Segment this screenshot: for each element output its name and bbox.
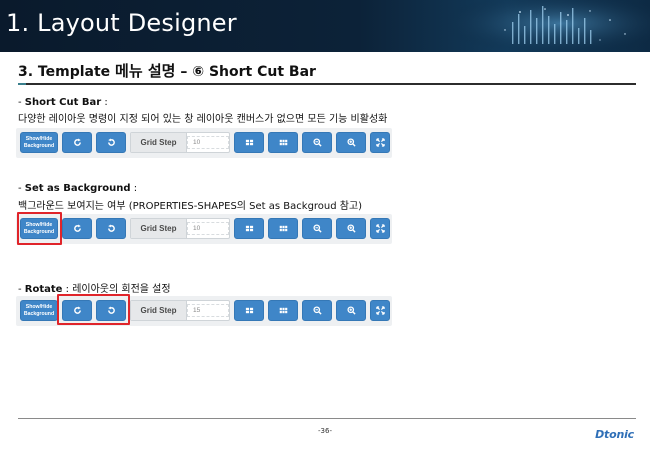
- show-hide-background-button[interactable]: Show/Hide Background: [20, 300, 58, 321]
- heading-divider: [18, 83, 636, 85]
- zoom-in-icon: [346, 138, 356, 147]
- heading-divider-accent: [18, 83, 26, 85]
- bullet-dash: -: [18, 284, 25, 295]
- zoom-out-button[interactable]: [302, 132, 332, 153]
- grid-small-icon: [245, 139, 253, 146]
- grid-step-control: Grid Step 15: [130, 300, 230, 321]
- grid-step-control: Grid Step 10: [130, 132, 230, 153]
- grid-small-icon: [245, 225, 253, 232]
- fit-screen-icon: [375, 138, 385, 147]
- grid-large-icon: [279, 307, 287, 314]
- grid-step-label: Grid Step: [131, 301, 187, 320]
- show-hide-background-button[interactable]: Show/Hide Background: [20, 132, 58, 153]
- zoom-in-icon: [346, 224, 356, 233]
- rotate-right-icon: [73, 224, 81, 232]
- zoom-in-icon: [346, 306, 356, 315]
- grid-step-input[interactable]: 10: [193, 133, 200, 152]
- zoom-in-button[interactable]: [336, 218, 366, 239]
- zoom-in-button[interactable]: [336, 132, 366, 153]
- grid-large-button[interactable]: [268, 300, 298, 321]
- grid-large-icon: [279, 225, 287, 232]
- heading-prefix: 3. Template: [18, 64, 116, 80]
- footer-divider: [18, 418, 636, 419]
- banner-decoration: [450, 0, 650, 52]
- section-background-description: 백그라운드 보여지는 여부 (PROPERTIES-SHAPES의 Set as…: [18, 201, 363, 212]
- grid-large-button[interactable]: [268, 132, 298, 153]
- page-number: -36-: [318, 427, 332, 435]
- show-hide-label-line2: Background: [23, 142, 55, 149]
- zoom-out-icon: [312, 138, 322, 147]
- rotate-left-icon: [107, 224, 115, 232]
- grid-small-button[interactable]: [234, 218, 264, 239]
- grid-step-label: Grid Step: [131, 133, 187, 152]
- rotate-left-button[interactable]: [96, 132, 126, 153]
- section-shortcut-title: - Short Cut Bar :: [18, 97, 108, 108]
- zoom-out-button[interactable]: [302, 300, 332, 321]
- rotate-left-icon: [107, 138, 115, 146]
- fit-screen-button[interactable]: [370, 132, 390, 153]
- rotate-right-icon: [73, 138, 81, 146]
- show-hide-label-line2: Background: [23, 310, 55, 317]
- section-colon: :: [101, 97, 108, 108]
- rotate-right-button[interactable]: [62, 218, 92, 239]
- bullet-dash: -: [18, 97, 25, 108]
- fit-screen-icon: [375, 224, 385, 233]
- grid-large-button[interactable]: [268, 218, 298, 239]
- page-title: 1. Layout Designer: [6, 9, 237, 37]
- zoom-out-icon: [312, 224, 322, 233]
- rotate-right-button[interactable]: [62, 132, 92, 153]
- grid-step-label: Grid Step: [131, 219, 187, 238]
- fit-screen-icon: [375, 306, 385, 315]
- section-title-text: Set as Background: [24, 183, 131, 194]
- highlight-rotate-buttons: [57, 294, 130, 325]
- section-title-text: Short Cut Bar: [24, 97, 102, 108]
- bullet-dash: -: [18, 183, 25, 194]
- zoom-out-icon: [312, 306, 322, 315]
- section-background-title: - Set as Background :: [18, 183, 137, 194]
- zoom-in-button[interactable]: [336, 300, 366, 321]
- shortcut-toolbar: Show/Hide Background Grid Step 10: [16, 128, 392, 158]
- section-colon: :: [130, 183, 138, 194]
- heading-korean: 메뉴 설명: [115, 62, 176, 80]
- grid-large-icon: [279, 139, 287, 146]
- highlight-show-hide-background: [17, 212, 62, 245]
- grid-small-button[interactable]: [234, 132, 264, 153]
- shortcut-toolbar: Show/Hide Background Grid Step 10: [16, 214, 392, 244]
- heading-suffix: – ⑥ Short Cut Bar: [175, 64, 316, 80]
- fit-screen-button[interactable]: [370, 218, 390, 239]
- grid-step-input[interactable]: 10: [193, 219, 200, 238]
- rotate-left-button[interactable]: [96, 218, 126, 239]
- company-logo: Dtonic: [595, 428, 634, 441]
- section-rotate-title: - Rotate : 레이아웃의 회전을 설정: [18, 280, 171, 295]
- grid-small-icon: [245, 307, 253, 314]
- grid-step-input[interactable]: 15: [193, 301, 200, 320]
- grid-step-control: Grid Step 10: [130, 218, 230, 239]
- section-shortcut-description: 다양한 레이아웃 명령이 지정 되어 있는 창 레이아웃 캔버스가 없으면 모든…: [18, 114, 388, 125]
- fit-screen-button[interactable]: [370, 300, 390, 321]
- header-banner: 1. Layout Designer: [0, 0, 650, 52]
- section-heading: 3. Template 메뉴 설명 – ⑥ Short Cut Bar: [18, 60, 316, 81]
- zoom-out-button[interactable]: [302, 218, 332, 239]
- grid-small-button[interactable]: [234, 300, 264, 321]
